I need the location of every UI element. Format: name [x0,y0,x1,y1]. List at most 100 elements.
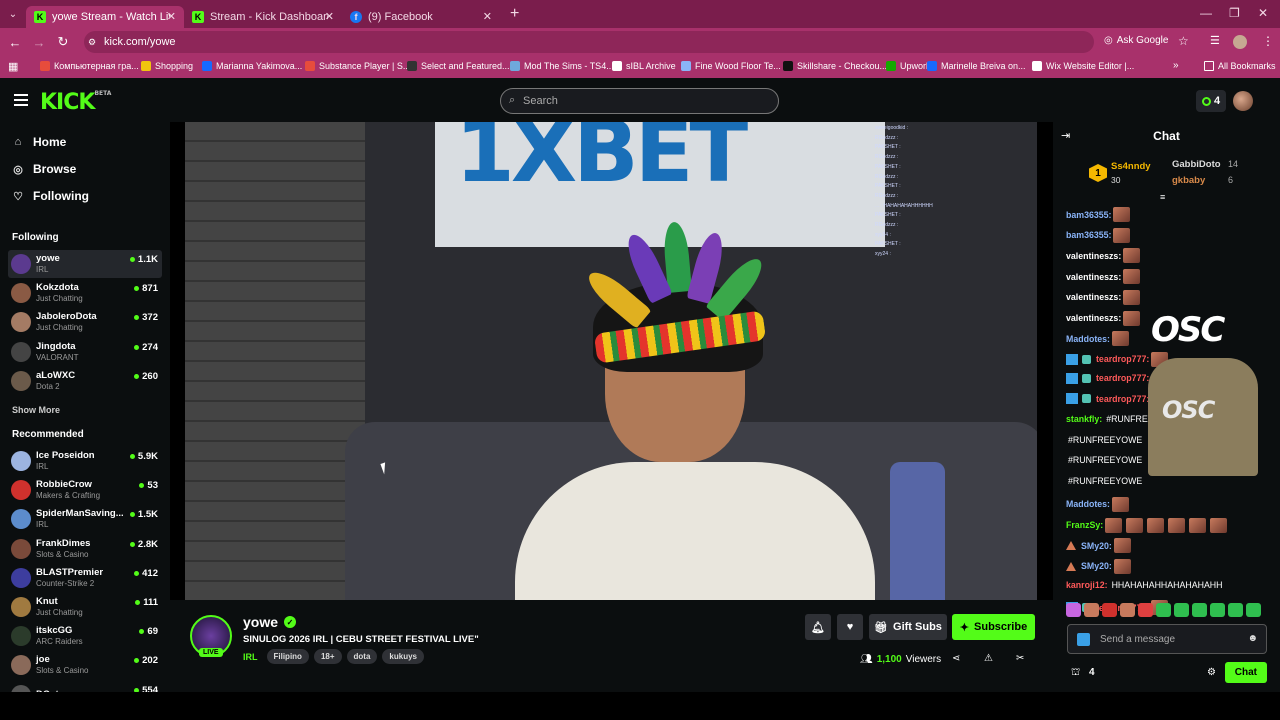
quick-emote[interactable] [1156,603,1171,617]
gift-subs-button[interactable]: 🎁︎ Gift Subs [869,614,947,640]
notifications-button[interactable]: 🔔︎ [805,614,831,640]
url-field[interactable]: ⚙ kick.com/yowe [84,31,1094,53]
quick-emote[interactable] [1084,603,1099,617]
user-avatar[interactable] [1233,91,1253,111]
chat-username[interactable]: bam36355: [1066,210,1111,220]
chat-settings-icon[interactable]: ⚙ [1207,667,1216,678]
site-info-icon[interactable]: ⚙ [88,37,96,48]
reload-icon[interactable]: ↻ [51,34,75,50]
chat-username[interactable]: SMy20: [1081,561,1112,571]
bookmark-item[interactable]: Mod The Sims - TS4... [510,61,614,71]
quick-emote[interactable] [1192,603,1207,617]
bookmark-item[interactable]: Upwork [886,61,931,71]
bookmark-item[interactable]: Marinelle Breiva on... [927,61,1026,71]
chat-username[interactable]: valentineszs: [1066,272,1121,282]
share-icon[interactable]: ⋖ [952,653,960,664]
sidebar-channel[interactable]: Jingdota VALORANT 274 [8,338,162,366]
stream-category[interactable]: IRL [243,652,258,662]
quick-emote[interactable] [1138,603,1153,617]
chat-username[interactable]: teardrop777: [1096,394,1149,404]
chat-username[interactable]: valentineszs: [1066,251,1121,261]
follow-button[interactable]: ♥ [837,614,863,640]
search-input[interactable]: ⌕ Search [500,88,779,114]
chat-username[interactable]: Maddotes: [1066,499,1110,509]
close-tab-icon[interactable]: ✕ [325,10,334,23]
close-tab-icon[interactable]: ✕ [483,10,492,23]
chat-username[interactable]: stankfly: [1066,414,1102,424]
quick-emote[interactable] [1102,603,1117,617]
bookmark-item[interactable]: Select and Featured... [407,61,510,71]
quick-emote[interactable] [1246,603,1261,617]
browser-tab[interactable]: Kyowe Stream - Watch Live on K✕ [26,5,184,28]
chat-username[interactable]: bam36355: [1066,230,1111,240]
show-more-button[interactable]: Show More [12,405,60,415]
quick-emote[interactable] [1174,603,1189,617]
minimize-icon[interactable]: — [1200,6,1212,20]
expand-leaderboard-icon[interactable]: ≡ [1160,192,1165,202]
maximize-icon[interactable]: ❐ [1229,6,1240,20]
back-icon[interactable]: ← [3,35,27,50]
sidebar-channel[interactable]: JaboleroDota Just Chatting 372 [8,308,162,336]
sidebar-channel[interactable]: RobbieCrow Makers & Crafting 53 [8,476,162,504]
chat-username[interactable]: kanroji12: [1066,580,1108,590]
sidebar-channel[interactable]: Kokzdota Just Chatting 871 [8,279,162,307]
profile-avatar-icon[interactable] [1233,35,1247,49]
chat-username[interactable]: valentineszs: [1066,313,1121,323]
emote-picker-icon[interactable]: ☻ [1247,633,1258,644]
leader-third-name[interactable]: gkbaby [1172,175,1205,186]
sidebar-channel[interactable]: Ice Poseidon IRL 5.9K [8,447,162,475]
sidebar-channel[interactable]: FrankDimes Slots & Casino 2.8K [8,535,162,563]
chat-message-input[interactable]: Send a message ☻ [1067,624,1267,654]
stream-tag[interactable]: kukuys [382,649,424,664]
sidebar-nav-browse[interactable]: ◎ Browse [12,162,76,176]
browser-tab[interactable]: f (9) Facebook ✕ [342,6,500,28]
close-tab-icon[interactable]: ✕ [167,10,176,23]
sidebar-channel[interactable]: yowe IRL 1.1K [8,250,162,278]
stream-tag[interactable]: Filipino [266,649,309,664]
all-bookmarks-button[interactable]: All Bookmarks [1204,61,1276,71]
send-chat-button[interactable]: Chat [1224,662,1267,683]
tab-search-icon[interactable]: ☰ [1210,34,1220,47]
bookmark-item[interactable]: Fine Wood Floor Te... [681,61,781,71]
leader-first-name[interactable]: Ss4nndy [1111,161,1151,172]
menu-dots-icon[interactable]: ⋮ [1262,34,1274,48]
bookmark-item[interactable]: Shopping [141,61,193,71]
report-icon[interactable]: ⚠ [984,653,993,664]
bookmark-item[interactable]: Компьютерная гра... [40,61,139,71]
kick-logo[interactable]: KICKBETA [40,90,111,115]
stream-tag[interactable]: dota [346,649,378,664]
bookmark-item[interactable]: Skillshare - Checkou... [783,61,887,71]
close-window-icon[interactable]: ✕ [1258,6,1268,20]
sidebar-channel[interactable]: aLoWXC Dota 2 260 [8,367,162,395]
menu-hamburger-icon[interactable] [14,94,28,109]
sidebar-channel[interactable]: SpiderManSaving... IRL 1.5K [8,505,162,533]
streamer-name[interactable]: yowe [243,614,278,630]
forward-icon[interactable]: → [27,35,51,50]
sponsor-ad[interactable]: OSC OSC [1148,310,1258,478]
sidebar-channel[interactable]: BLASTPremier Counter-Strike 2 412 [8,564,162,592]
sidebar-channel[interactable]: itskcGG ARC Raiders 69 [8,622,162,650]
sidebar-nav-home[interactable]: ⌂ Home [12,135,67,149]
sidebar-nav-following[interactable]: ♡ Following [12,189,89,203]
apps-grid-icon[interactable]: ▦ [8,60,18,73]
points-icon[interactable]: ⛫ [1071,667,1080,680]
bookmark-item[interactable]: sIBL Archive [612,61,676,71]
bookmarks-overflow-icon[interactable]: » [1173,60,1179,71]
chat-username[interactable]: teardrop777: [1096,373,1149,383]
sidebar-channel[interactable]: Knut Just Chatting 111 [8,593,162,621]
bookmark-item[interactable]: Substance Player | S... [305,61,410,71]
leader-second-name[interactable]: GabbiDoto [1172,159,1221,170]
chat-username[interactable]: SMy20: [1081,541,1112,551]
tab-list-chevron-icon[interactable]: ⌄ [0,9,26,20]
chat-identity-icon[interactable] [1077,633,1090,646]
sidebar-channel[interactable]: DCoty554 [8,681,162,692]
quick-emote[interactable] [1210,603,1225,617]
new-tab-button[interactable]: + [510,5,519,23]
video-player[interactable]: 1XBET sweeigoodkid : RGodzzz : PAKSHET : RG… [185,122,1037,600]
chat-username[interactable]: teardrop777: [1096,354,1149,364]
bookmark-item[interactable]: Wix Website Editor |... [1032,61,1134,71]
bookmark-item[interactable]: Marianna Yakimova... [202,61,302,71]
chat-username[interactable]: Maddotes: [1066,334,1110,344]
chat-username[interactable]: valentineszs: [1066,292,1121,302]
ask-google-button[interactable]: ◎ Ask Google [1104,35,1168,46]
